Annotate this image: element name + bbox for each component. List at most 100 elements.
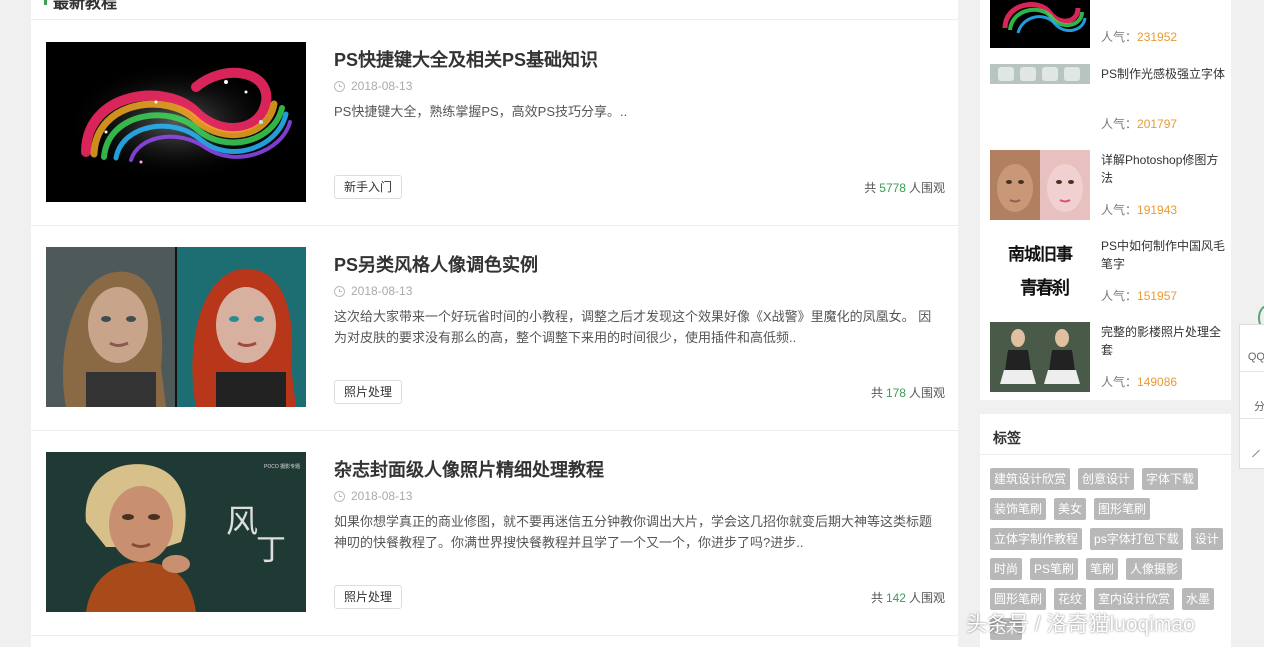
tag-link[interactable]: ps字体打包下载: [1090, 528, 1183, 550]
qq-contact-button[interactable]: QQ: [1240, 325, 1264, 372]
popular-item[interactable]: 详解Photoshop修图方法 人气：191943: [990, 150, 1226, 220]
tag-link[interactable]: 建筑设计欣赏: [990, 468, 1071, 490]
magazine-glyph-ding: 丁: [256, 533, 286, 568]
pencil-icon: [1252, 449, 1260, 458]
tag-link[interactable]: 人像摄影: [1126, 558, 1183, 580]
views-prefix: 共: [870, 386, 883, 400]
article-date-text: 2018-08-13: [351, 489, 413, 503]
popular-title[interactable]: PS中如何制作中国风毛笔字: [1101, 237, 1226, 273]
tag-link[interactable]: 装饰笔刷: [990, 498, 1047, 520]
article-item: POCO 摄影专题 风 丁 杂志封面级人像照片精细处理教程 2018-08-13…: [31, 430, 958, 636]
popular-title[interactable]: PS制作光感极强立字体: [1101, 65, 1226, 83]
popular-item[interactable]: PS制作光感极强立字体 人气：201797: [990, 64, 1226, 134]
calligraphy-text-2: 青春刹: [1020, 278, 1070, 299]
article-category-tag[interactable]: 照片处理: [334, 380, 403, 404]
popular-views: 人气：231952: [1101, 28, 1177, 45]
face-retouch-image: [990, 150, 1090, 220]
views-prefix: 共: [864, 181, 877, 195]
article-item: PS快捷键大全及相关PS基础知识 2018-08-13 PS快捷键大全，熟练掌握…: [31, 20, 958, 226]
article-summary: PS快捷键大全，熟练掌握PS，高效PS技巧分享。..: [334, 104, 628, 119]
popular-thumbnail[interactable]: [990, 64, 1090, 84]
tag-link[interactable]: 图形笔刷: [1094, 498, 1151, 520]
popular-thumbnail[interactable]: 南城旧事 青春刹: [990, 236, 1090, 306]
article-view-count: 共 142 人围观: [871, 589, 945, 606]
article-date-text: 2018-08-13: [351, 284, 413, 298]
tag-link[interactable]: 美女: [1054, 498, 1087, 520]
swirl-art-image: [46, 42, 306, 202]
article-view-count: 共 178 人围观: [871, 384, 945, 401]
tag-link[interactable]: 立体字制作教程: [990, 528, 1083, 550]
article-title[interactable]: PS另类风格人像调色实例: [334, 251, 538, 277]
article-title[interactable]: PS快捷键大全及相关PS基础知识: [334, 46, 598, 72]
tag-link[interactable]: 字体下载: [1142, 468, 1199, 490]
article-category-tag[interactable]: 照片处理: [334, 585, 403, 609]
popular-thumbnail[interactable]: [990, 322, 1090, 392]
popular-views-label: 人气：: [1101, 375, 1138, 389]
portrait-comparison-image: [46, 247, 306, 407]
popular-views: 人气：149086: [1101, 373, 1177, 390]
views-number: 142: [885, 591, 906, 605]
popular-views-label: 人气：: [1101, 117, 1138, 131]
article-category-tag[interactable]: 新手入门: [334, 175, 403, 199]
article-date: 2018-08-13: [334, 79, 412, 93]
popular-views: 人气：191943: [1101, 201, 1177, 218]
popular-item[interactable]: 完整的影楼照片处理全套 人气：149086: [990, 322, 1226, 392]
popular-views-label: 人气：: [1101, 289, 1138, 303]
popular-title[interactable]: 完整的影楼照片处理全套: [1101, 323, 1226, 359]
article-thumbnail[interactable]: [46, 247, 306, 407]
tags-divider: [980, 454, 1231, 455]
clock-icon: [334, 490, 345, 502]
views-suffix: 人围观: [908, 386, 945, 400]
article-title[interactable]: 杂志封面级人像照片精细处理教程: [334, 456, 604, 482]
article-date: 2018-08-13: [334, 284, 412, 298]
popular-views: 人气：151957: [1101, 287, 1177, 304]
popular-views-number: 151957: [1137, 289, 1178, 303]
tag-link[interactable]: 设计: [1190, 528, 1223, 550]
popular-item[interactable]: 南城旧事 青春刹 PS中如何制作中国风毛笔字 人气：151957: [990, 236, 1226, 306]
main-content: 最新教程 PS快捷键大全及相关PS基础知识 2018-08-13 PS快捷键大全…: [31, 0, 958, 647]
tag-link[interactable]: 笔刷: [1086, 558, 1119, 580]
studio-photo-image: [990, 322, 1090, 392]
clock-icon: [334, 80, 345, 92]
article-thumbnail[interactable]: POCO 摄影专题 风 丁: [46, 452, 306, 612]
floating-share-bar: QQ 分: [1239, 324, 1264, 469]
tag-link[interactable]: 花纹: [1054, 588, 1087, 610]
tag-link[interactable]: 水墨: [1182, 588, 1215, 610]
popular-title[interactable]: 详解Photoshop修图方法: [1101, 151, 1226, 187]
views-number: 178: [885, 386, 906, 400]
tag-link[interactable]: PS笔刷: [1030, 558, 1079, 580]
share-button[interactable]: 分: [1240, 372, 1264, 419]
tags-panel-title: 标签: [993, 430, 1021, 446]
views-suffix: 人围观: [908, 591, 945, 605]
popular-articles-panel: 人气：231952 PS制作光感极强立字体 人气：201797 详解Photos…: [980, 0, 1231, 400]
stone-text-image: [990, 64, 1090, 84]
calligraphy-text-1: 南城旧事: [1008, 245, 1073, 265]
tag-link[interactable]: 圆形笔刷: [990, 588, 1047, 610]
popular-views-label: 人气：: [1101, 203, 1138, 217]
views-prefix: 共: [870, 591, 883, 605]
clock-icon: [334, 285, 345, 297]
section-accent-bar: [44, 0, 47, 5]
tag-link[interactable]: 室内设计欣赏: [1094, 588, 1175, 610]
popular-views-number: 191943: [1137, 203, 1178, 217]
popular-views-label: 人气：: [1101, 30, 1138, 44]
popular-item[interactable]: 人气：231952: [990, 0, 1226, 48]
popular-thumbnail[interactable]: [990, 0, 1090, 48]
article-date-text: 2018-08-13: [351, 79, 413, 93]
views-suffix: 人围观: [908, 181, 945, 195]
article-summary: 这次给大家带来一个好玩省时间的小教程，调整之后才发现这个效果好像《X战警》里魔化…: [334, 309, 932, 345]
article-date: 2018-08-13: [334, 489, 412, 503]
popular-views: 人气：201797: [1101, 115, 1177, 132]
popular-thumbnail[interactable]: [990, 150, 1090, 220]
views-number: 5778: [879, 181, 906, 195]
watermark-text: 头条号 / 洛奇猫luoqimao: [966, 613, 1195, 636]
article-thumbnail[interactable]: [46, 42, 306, 202]
popular-views-number: 201797: [1137, 117, 1178, 131]
magazine-glyph-feng: 风: [226, 502, 258, 540]
section-title: 最新教程: [53, 0, 118, 12]
popular-views-number: 149086: [1137, 375, 1178, 389]
edit-button[interactable]: [1240, 419, 1264, 466]
tag-link[interactable]: 时尚: [990, 558, 1023, 580]
magazine-label-text: POCO 摄影专题: [264, 463, 300, 470]
tag-link[interactable]: 创意设计: [1078, 468, 1135, 490]
